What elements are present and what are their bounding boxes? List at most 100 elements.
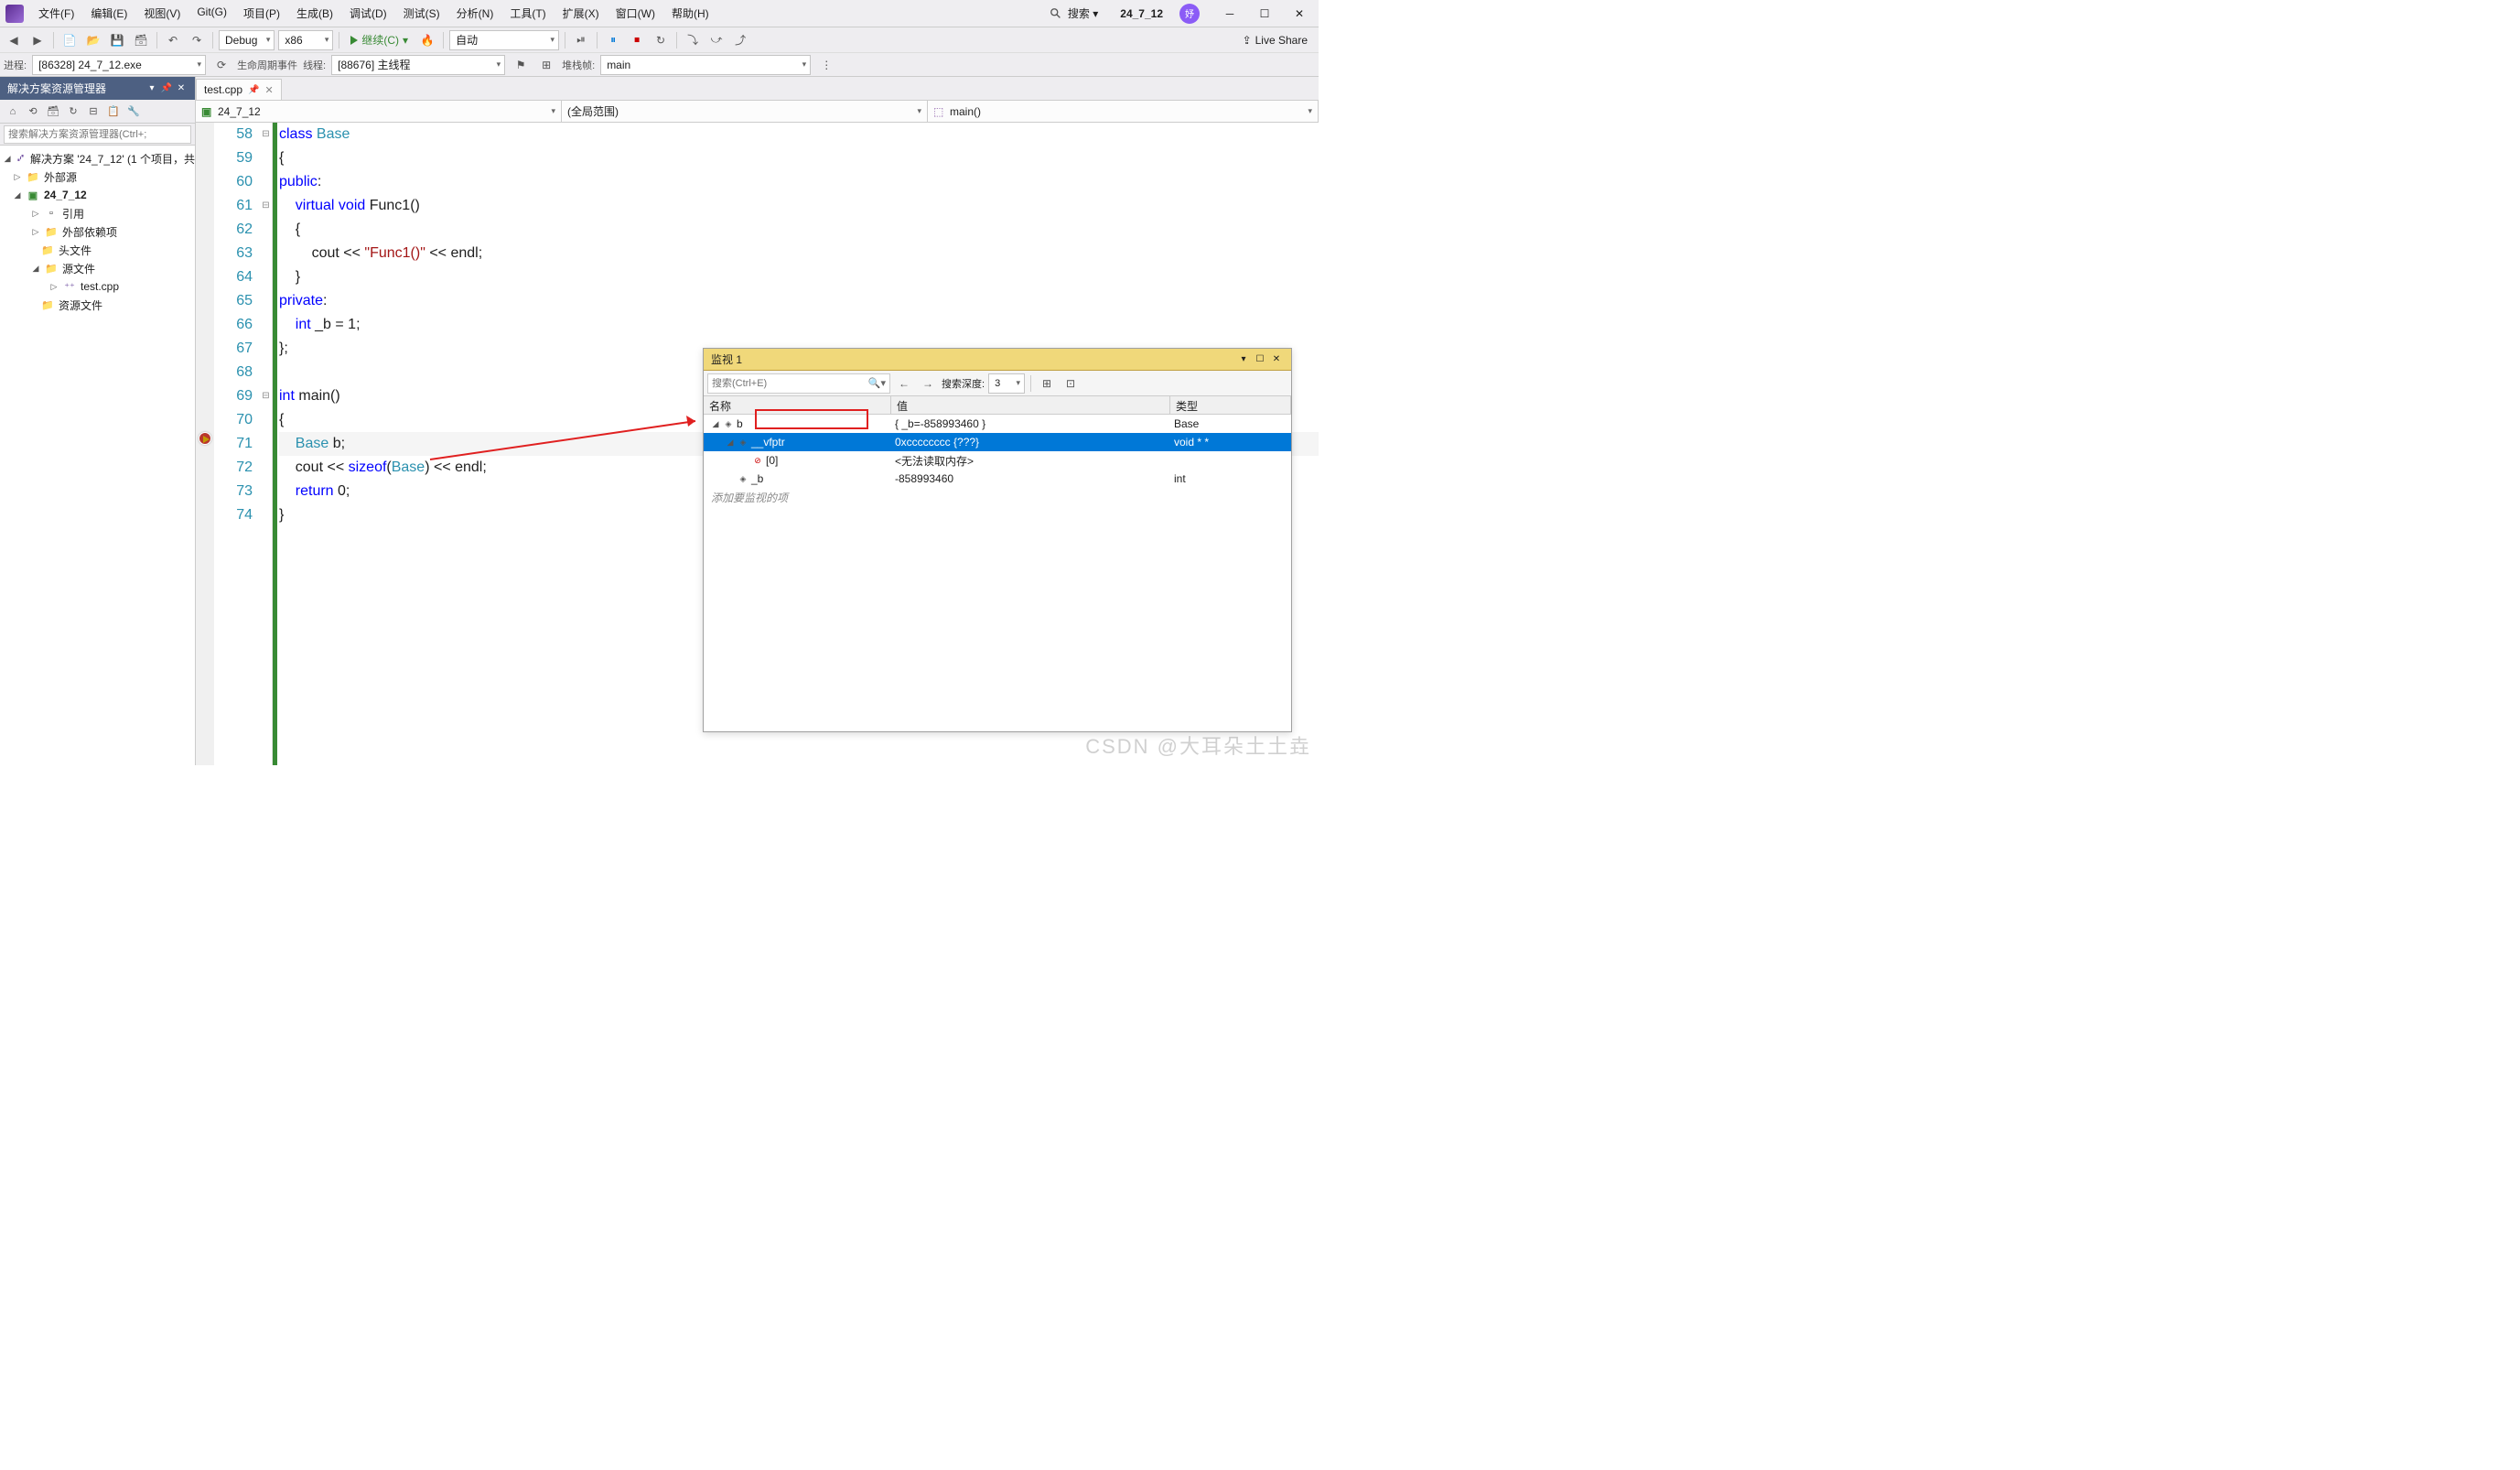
menu-test[interactable]: 测试(S) xyxy=(396,2,447,25)
hot-reload-icon[interactable]: 🔥 xyxy=(417,30,437,50)
properties-icon[interactable]: 🔧 xyxy=(124,103,143,121)
redo-icon[interactable]: ↷ xyxy=(187,30,207,50)
menu-project[interactable]: 项目(P) xyxy=(236,2,287,25)
menu-debug[interactable]: 调试(D) xyxy=(342,2,394,25)
watch-opt2-icon[interactable]: ⊡ xyxy=(1061,373,1081,394)
watch-fwd-icon[interactable]: → xyxy=(918,373,938,394)
config-combo[interactable]: Debug xyxy=(219,30,275,50)
stack-combo[interactable]: main xyxy=(600,55,811,75)
sync-icon[interactable]: ⟲ xyxy=(24,103,42,121)
menu-build[interactable]: 生成(B) xyxy=(289,2,340,25)
watch-window[interactable]: 监视 1 ▾ ☐ ✕ 🔍▾ ← → 搜索深度: 3 ⊞ ⊡ 名称 值 类型 ◢◈… xyxy=(703,348,1292,732)
menu-git[interactable]: Git(G) xyxy=(189,2,234,25)
menu-file[interactable]: 文件(F) xyxy=(31,2,81,25)
ext-src-node[interactable]: ▷📁外部源 xyxy=(0,168,195,186)
solution-explorer-header: 解决方案资源管理器 ▾ 📌 ✕ xyxy=(0,77,195,100)
watch-grid[interactable]: 名称 值 类型 ◢◈b { _b=-858993460 } Base ◢◈__v… xyxy=(704,396,1291,731)
menu-analyze[interactable]: 分析(N) xyxy=(449,2,501,25)
watch-search-input[interactable] xyxy=(712,378,886,389)
step-icon[interactable]: ⏯ xyxy=(571,30,591,50)
auto-combo[interactable]: 自动 xyxy=(449,30,559,50)
menu-view[interactable]: 视图(V) xyxy=(136,2,188,25)
stack-more-icon[interactable]: ⋮ xyxy=(816,55,836,75)
solution-search-input[interactable] xyxy=(4,125,191,144)
continue-button[interactable]: 继续(C) ▾ xyxy=(345,30,414,50)
watch-opt1-icon[interactable]: ⊞ xyxy=(1037,373,1057,394)
sources-node[interactable]: ◢📁源文件 xyxy=(0,259,195,277)
undo-icon[interactable]: ↶ xyxy=(163,30,183,50)
watch-close-icon[interactable]: ✕ xyxy=(1269,353,1284,366)
stop-icon[interactable]: ⏹ xyxy=(627,30,647,50)
menu-tools[interactable]: 工具(T) xyxy=(502,2,553,25)
pause-icon[interactable]: ⏸ xyxy=(603,30,623,50)
title-search[interactable]: 搜索 ▾ xyxy=(1044,4,1104,23)
menu-help[interactable]: 帮助(H) xyxy=(664,2,716,25)
search-icon[interactable]: 🔍▾ xyxy=(868,377,886,389)
variable-icon: ◈ xyxy=(722,417,735,430)
collapse-icon[interactable]: ⊟ xyxy=(84,103,102,121)
col-name[interactable]: 名称 xyxy=(704,396,891,414)
show-all-icon[interactable]: 📋 xyxy=(104,103,123,121)
home-icon[interactable]: ⌂ xyxy=(4,103,22,121)
pin-icon[interactable]: 📌 xyxy=(248,85,259,95)
refs-node[interactable]: ▷▫引用 xyxy=(0,204,195,222)
new-project-icon[interactable]: 📄 xyxy=(59,30,80,50)
close-button[interactable]: ✕ xyxy=(1286,5,1313,23)
menu-window[interactable]: 窗口(W) xyxy=(608,2,662,25)
project-icon: ▣ xyxy=(201,105,214,118)
watch-title-bar[interactable]: 监视 1 ▾ ☐ ✕ xyxy=(704,349,1291,371)
watch-row[interactable]: ◈_b -858993460 int xyxy=(704,470,1291,488)
depth-combo[interactable]: 3 xyxy=(988,373,1025,394)
nav-project-combo[interactable]: ▣24_7_12 xyxy=(196,101,562,122)
project-node[interactable]: ◢▣24_7_12 xyxy=(0,186,195,204)
save-icon[interactable]: 💾 xyxy=(107,30,127,50)
menu-extensions[interactable]: 扩展(X) xyxy=(555,2,607,25)
save-all-icon[interactable]: 🗃 xyxy=(131,30,151,50)
thread-combo[interactable]: [88676] 主线程 xyxy=(331,55,505,75)
refresh-icon[interactable]: ↻ xyxy=(64,103,82,121)
col-value[interactable]: 值 xyxy=(891,396,1170,414)
forward-button[interactable]: ▶ xyxy=(27,30,48,50)
tab-test-cpp[interactable]: test.cpp 📌 ✕ xyxy=(196,79,282,100)
headers-node[interactable]: 📁头文件 xyxy=(0,241,195,259)
panel-pin-icon[interactable]: 📌 xyxy=(160,82,173,95)
watch-dropdown-icon[interactable]: ▾ xyxy=(1236,353,1251,366)
watch-row[interactable]: ◢◈b { _b=-858993460 } Base xyxy=(704,415,1291,433)
resources-node[interactable]: 📁资源文件 xyxy=(0,296,195,314)
variable-icon: ◈ xyxy=(737,436,749,449)
panel-close-icon[interactable]: ✕ xyxy=(175,82,188,95)
open-icon[interactable]: 📂 xyxy=(83,30,103,50)
live-share-button[interactable]: ⇪ Live Share xyxy=(1235,34,1315,47)
solution-node[interactable]: ◢⑇解决方案 '24_7_12' (1 个项目，共 xyxy=(0,149,195,168)
watch-back-icon[interactable]: ← xyxy=(894,373,914,394)
col-type[interactable]: 类型 xyxy=(1170,396,1291,414)
lifecycle-icon[interactable]: ⟳ xyxy=(211,55,232,75)
tab-close-icon[interactable]: ✕ xyxy=(264,84,273,96)
nav-scope-combo[interactable]: (全局范围) xyxy=(562,101,928,122)
menu-edit[interactable]: 编辑(E) xyxy=(83,2,135,25)
back-button[interactable]: ◀ xyxy=(4,30,24,50)
thread-icon[interactable]: ⊞ xyxy=(536,55,556,75)
maximize-button[interactable]: ☐ xyxy=(1251,5,1278,23)
project-icon: ▣ xyxy=(26,188,40,202)
watch-row[interactable]: ◢◈__vfptr 0xcccccccc {???} void * * xyxy=(704,433,1291,451)
nav-func-combo[interactable]: ⬚main() xyxy=(928,101,1319,122)
ext-deps-node[interactable]: ▷📁外部依赖项 xyxy=(0,222,195,241)
platform-combo[interactable]: x86 xyxy=(278,30,333,50)
step-into-icon[interactable]: ⤵ xyxy=(683,30,703,50)
user-avatar-icon[interactable]: 妤 xyxy=(1179,4,1200,24)
save-all-icon[interactable]: 🗃 xyxy=(44,103,62,121)
minimize-button[interactable]: ─ xyxy=(1216,5,1244,23)
step-out-icon[interactable]: ⤴ xyxy=(730,30,750,50)
solution-tree[interactable]: ◢⑇解决方案 '24_7_12' (1 个项目，共 ▷📁外部源 ◢▣24_7_1… xyxy=(0,146,195,765)
test-cpp-node[interactable]: ▷⁺⁺test.cpp xyxy=(0,277,195,296)
folder-icon: 📁 xyxy=(26,169,40,184)
process-combo[interactable]: [86328] 24_7_12.exe xyxy=(32,55,206,75)
restart-icon[interactable]: ↻ xyxy=(651,30,671,50)
step-over-icon[interactable]: ⤻ xyxy=(706,30,727,50)
panel-dropdown-icon[interactable]: ▾ xyxy=(145,82,158,95)
watch-row[interactable]: ⊘[0] <无法读取内存> xyxy=(704,451,1291,470)
watch-add-row[interactable]: 添加要监视的项 xyxy=(704,488,1291,506)
flag-icon[interactable]: ⚑ xyxy=(511,55,531,75)
watch-maximize-icon[interactable]: ☐ xyxy=(1253,353,1267,366)
